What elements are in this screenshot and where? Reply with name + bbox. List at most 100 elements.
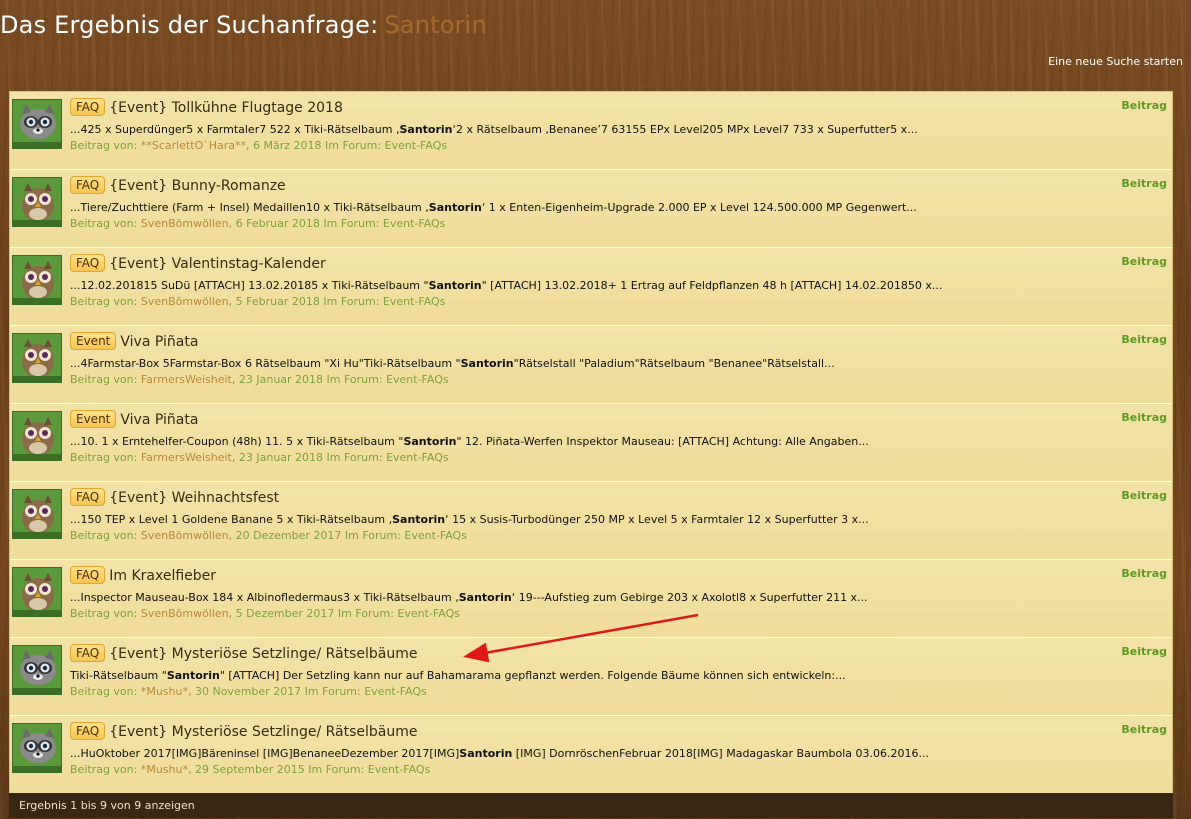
posted-by-label: Beitrag von:	[70, 763, 138, 776]
excerpt-after: ‘ 19---Aufstieg zum Gebirge 203 x Axolot…	[511, 591, 868, 604]
result-title-line: FAQ {Event} Weihnachtsfest	[70, 488, 279, 506]
author-link[interactable]: *Mushu*	[141, 763, 188, 776]
content-type-label: Beitrag	[1121, 567, 1167, 580]
excerpt-after: " [ATTACH] Der Setzling kann nur auf Bah…	[219, 669, 846, 682]
author-link[interactable]: *Mushu*	[141, 685, 188, 698]
avatar[interactable]	[12, 255, 62, 305]
posted-by-label: Beitrag von:	[70, 607, 138, 620]
thread-title-link[interactable]: {Event} Valentinstag-Kalender	[109, 256, 326, 272]
excerpt-after: " 12. Piñata-Werfen Inspektor Mauseau: […	[456, 435, 869, 448]
thread-title-link[interactable]: {Event} Bunny-Romanze	[109, 178, 285, 194]
excerpt-match: Santorin	[166, 669, 220, 682]
date-forum-text: , 6 März 2018 Im Forum: Event-FAQs	[246, 139, 448, 152]
excerpt-before: ...10. 1 x Erntehelfer-Coupon (48h) 11. …	[70, 435, 404, 448]
author-link[interactable]: SvenBömwöllen	[141, 217, 229, 230]
result-row: FAQ {Event} Valentinstag-Kalender ...12.02…	[10, 248, 1172, 326]
author-link[interactable]: FarmersWeisheit	[141, 451, 232, 464]
excerpt-before: ...4Farmstar-Box 5Farmstar-Box 6 Rätselb…	[70, 357, 461, 370]
excerpt-before: ...150 TEP x Level 1 Goldene Banane 5 x …	[70, 513, 393, 526]
excerpt-match: Santorin	[392, 513, 446, 526]
thread-title-link[interactable]: {Event} Mysteriöse Setzlinge/ Rätselbäum…	[109, 724, 417, 740]
excerpt-match: Santorin	[399, 123, 453, 136]
result-title-line: Event Viva Piñata	[70, 332, 198, 350]
author-link[interactable]: SvenBömwöllen	[141, 529, 229, 542]
thread-prefix-badge[interactable]: FAQ	[70, 644, 106, 662]
thread-prefix-badge[interactable]: FAQ	[70, 98, 106, 116]
thread-prefix-badge[interactable]: Event	[70, 410, 117, 428]
excerpt-match: Santorin	[459, 747, 513, 760]
posted-by-label: Beitrag von:	[70, 295, 138, 308]
search-query: Santorin	[384, 11, 487, 39]
new-search-link[interactable]: Eine neue Suche starten	[1048, 55, 1183, 68]
page-title: Das Ergebnis der Suchanfrage: Santorin	[0, 11, 487, 39]
thread-prefix-badge[interactable]: FAQ	[70, 254, 106, 272]
result-excerpt: ...Tiere/Zuchttiere (Farm + Insel) Medai…	[70, 201, 917, 214]
avatar[interactable]	[12, 723, 62, 773]
thread-title-link[interactable]: Viva Piñata	[120, 412, 198, 428]
excerpt-after: ‘ 15 x Susis-Turbodünger 250 MP x Level …	[445, 513, 869, 526]
result-excerpt: ...4Farmstar-Box 5Farmstar-Box 6 Rätselb…	[70, 357, 835, 370]
result-meta: Beitrag von: SvenBömwöllen, 20 Dezember …	[70, 529, 467, 542]
content-type-label: Beitrag	[1121, 723, 1167, 736]
excerpt-after: "Rätselstall "Paladium"Rätselbaum "Benan…	[513, 357, 835, 370]
thread-prefix-badge[interactable]: FAQ	[70, 176, 106, 194]
content-type-label: Beitrag	[1121, 411, 1167, 424]
avatar[interactable]	[12, 411, 62, 461]
excerpt-match: Santorin	[460, 357, 514, 370]
excerpt-before: ...425 x Superdünger5 x Farmtaler7 522 x…	[70, 123, 400, 136]
content-type-label: Beitrag	[1121, 489, 1167, 502]
avatar[interactable]	[12, 177, 62, 227]
avatar[interactable]	[12, 489, 62, 539]
thread-title-link[interactable]: {Event} Tollkühne Flugtage 2018	[109, 100, 343, 116]
avatar[interactable]	[12, 645, 62, 695]
author-link[interactable]: SvenBömwöllen	[141, 295, 229, 308]
result-title-line: FAQ {Event} Mysteriöse Setzlinge/ Rätselb…	[70, 722, 417, 740]
posted-by-label: Beitrag von:	[70, 451, 138, 464]
result-meta: Beitrag von: **ScarlettO`Hara**, 6 März …	[70, 139, 447, 152]
result-excerpt: ...10. 1 x Erntehelfer-Coupon (48h) 11. …	[70, 435, 869, 448]
result-title-line: FAQ {Event} Tollkühne Flugtage 2018	[70, 98, 343, 116]
date-forum-text: , 20 Dezember 2017 Im Forum: Event-FAQs	[228, 529, 467, 542]
posted-by-label: Beitrag von:	[70, 217, 138, 230]
author-link[interactable]: FarmersWeisheit	[141, 373, 232, 386]
result-row: FAQ {Event} Tollkühne Flugtage 2018 ...425…	[10, 92, 1172, 170]
date-forum-text: , 6 Februar 2018 Im Forum: Event-FAQs	[228, 217, 446, 230]
result-excerpt: ...12.02.201815 SuDü [ATTACH] 13.02.2018…	[70, 279, 942, 292]
excerpt-after: [IMG] DornröschenFebruar 2018[IMG] Madag…	[512, 747, 930, 760]
thread-prefix-badge[interactable]: FAQ	[70, 566, 106, 584]
result-meta: Beitrag von: *Mushu*, 29 September 2015 …	[70, 763, 430, 776]
result-row: Event Viva Piñata ...4Farmstar-Box 5Farmst…	[10, 326, 1172, 404]
thread-prefix-badge[interactable]: FAQ	[70, 722, 106, 740]
excerpt-before: ...Inspector Mauseau-Box 184 x Albinofle…	[70, 591, 459, 604]
avatar[interactable]	[12, 99, 62, 149]
excerpt-after: ‘ 1 x Enten-Eigenheim-Upgrade 2.000 EP x…	[481, 201, 917, 214]
avatar[interactable]	[12, 567, 62, 617]
date-forum-text: , 23 Januar 2018 Im Forum: Event-FAQs	[231, 373, 449, 386]
thread-prefix-badge[interactable]: Event	[70, 332, 117, 350]
content-type-label: Beitrag	[1121, 99, 1167, 112]
result-row: FAQ {Event} Bunny-Romanze ...Tiere/Zuchtti…	[10, 170, 1172, 248]
pagination-text: Ergebnis 1 bis 9 von 9 anzeigen	[19, 799, 195, 812]
avatar[interactable]	[12, 333, 62, 383]
author-link[interactable]: **ScarlettO`Hara**	[141, 139, 246, 152]
thread-title-link[interactable]: {Event} Weihnachtsfest	[109, 490, 279, 506]
content-type-label: Beitrag	[1121, 255, 1167, 268]
date-forum-text: , 30 November 2017 Im Forum: Event-FAQs	[187, 685, 427, 698]
posted-by-label: Beitrag von:	[70, 373, 138, 386]
thread-title-link[interactable]: Viva Piñata	[120, 334, 198, 350]
excerpt-after: ‘2 x Rätselbaum ‚Benanee’7 63155 EPx Lev…	[452, 123, 918, 136]
author-link[interactable]: SvenBömwöllen	[141, 607, 229, 620]
excerpt-before: ...12.02.201815 SuDü [ATTACH] 13.02.2018…	[70, 279, 429, 292]
excerpt-before: ...HuOktober 2017[IMG]Bäreninsel [IMG]Be…	[70, 747, 460, 760]
result-excerpt: ...HuOktober 2017[IMG]Bäreninsel [IMG]Be…	[70, 747, 929, 760]
search-results-list: FAQ {Event} Tollkühne Flugtage 2018 ...425…	[9, 91, 1173, 795]
content-type-label: Beitrag	[1121, 177, 1167, 190]
result-title-line: FAQ {Event} Valentinstag-Kalender	[70, 254, 326, 272]
thread-title-link[interactable]: {Event} Mysteriöse Setzlinge/ Rätselbäum…	[109, 646, 417, 662]
thread-prefix-badge[interactable]: FAQ	[70, 488, 106, 506]
result-meta: Beitrag von: FarmersWeisheit, 23 Januar …	[70, 451, 449, 464]
content-type-label: Beitrag	[1121, 333, 1167, 346]
result-title-line: FAQ Im Kraxelfieber	[70, 566, 216, 584]
thread-title-link[interactable]: Im Kraxelfieber	[109, 568, 216, 584]
posted-by-label: Beitrag von:	[70, 139, 138, 152]
